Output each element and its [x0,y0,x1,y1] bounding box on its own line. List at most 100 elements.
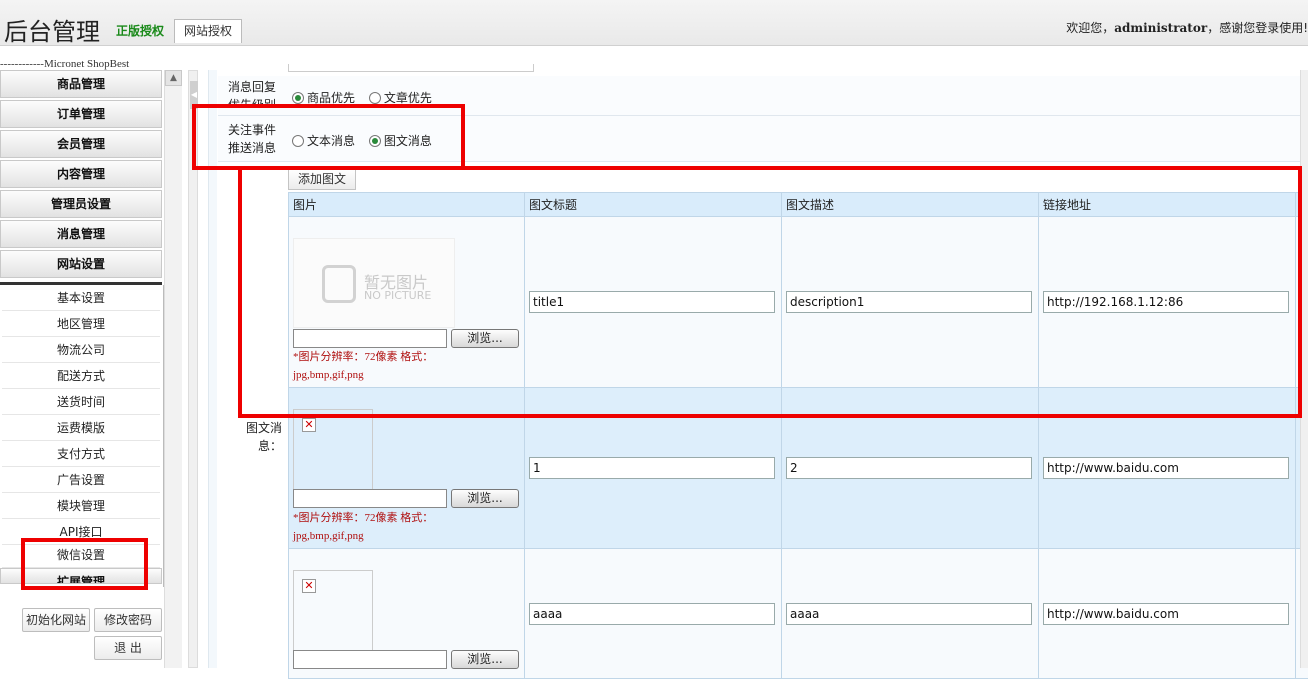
submenu-payment[interactable]: 支付方式 [2,441,160,467]
priority-article-label: 文章优先 [384,91,432,105]
priority-goods-option[interactable]: 商品优先 [292,91,355,105]
link-input[interactable]: http://www.baidu.com [1043,603,1289,625]
image-cell: 暂无图片 NO PICTURE 浏览... *图片分辨率：72像素 格式： jp… [289,217,525,388]
sidebar-toggle[interactable]: ◀ [188,70,198,668]
content-gutter [208,70,217,668]
radio-checked-icon[interactable] [369,135,381,147]
link-input[interactable]: http://192.168.1.12:86 [1043,291,1289,313]
link-cell: http://www.baidu.com [1039,388,1296,549]
title-cell: title1 [525,217,782,388]
menu-messages[interactable]: 消息管理 [0,220,162,248]
submenu-logistics[interactable]: 物流公司 [2,337,160,363]
username: administrator [1114,21,1207,35]
submenu-modules[interactable]: 模块管理 [2,493,160,519]
title-cell: aaaa [525,549,782,679]
submenu-wechat[interactable]: 微信设置 [2,542,160,568]
page-title: 后台管理 [4,12,100,47]
browse-button[interactable]: 浏览... [451,329,519,348]
logout-button[interactable]: 退 出 [94,636,162,660]
broken-image: ✕ [293,570,373,650]
add-picmsg-button[interactable]: 添加图文 [288,168,356,190]
push-row: 关注事件 推送消息 文本消息 图文消息 [218,116,1308,162]
submenu-ads[interactable]: 广告设置 [2,467,160,493]
menu-site-settings[interactable]: 网站设置 [0,250,162,278]
picmsg-label: 图文消 息： [218,419,282,455]
main-content: ◀ 消息回复 优先级别 商品优先 文章优先 关注事件 推送消息 文本消息 图文消… [182,46,1308,668]
file-upload: 浏览... [293,650,519,669]
link-input[interactable]: http://www.baidu.com [1043,457,1289,479]
push-picmsg-label: 图文消息 [384,134,432,148]
menu-members[interactable]: 会员管理 [0,130,162,158]
browse-button[interactable]: 浏览... [451,650,519,669]
link-cell: http://www.baidu.com [1039,549,1296,679]
priority-label: 消息回复 优先级别 [218,78,286,108]
submenu-region[interactable]: 地区管理 [2,311,160,337]
desc-cell: 2 [782,388,1039,549]
browse-button[interactable]: 浏览... [451,489,519,508]
menu-orders[interactable]: 订单管理 [0,100,162,128]
menu-extensions[interactable]: 扩展管理 [0,568,162,584]
priority-label-line2: 优先级别 [218,96,286,108]
push-label: 关注事件 推送消息 [218,121,286,157]
radio-unchecked-icon[interactable] [369,92,381,104]
title-input[interactable]: aaaa [529,603,775,625]
site-license-tab[interactable]: 网站授权 [174,19,242,43]
priority-row: 消息回复 优先级别 商品优先 文章优先 [218,76,1308,116]
image-cell: ✕ 浏览... *图片分辨率：72像素 格式： jpg,bmp,gif,png [289,388,525,549]
desc-input[interactable]: aaaa [786,603,1032,625]
collapse-arrow-icon[interactable]: ◀ [190,81,198,109]
file-path-input[interactable] [293,329,447,348]
push-picmsg-option[interactable]: 图文消息 [369,134,432,148]
menu-goods[interactable]: 商品管理 [0,70,162,98]
hint-line1: *图片分辨率：72像素 格式： [293,509,503,527]
priority-options: 商品优先 文章优先 [292,89,442,106]
hint-line2: jpg,bmp,gif,png [293,366,503,384]
submenu-shipping-template[interactable]: 运费模版 [2,415,160,441]
picture-placeholder-icon [322,265,356,303]
radio-unchecked-icon[interactable] [292,135,304,147]
welcome-text: 欢迎您，administrator，感谢您登录使用! [1066,19,1308,36]
desc-input[interactable]: 2 [786,457,1032,479]
file-upload: 浏览... [293,329,519,348]
menu-admin[interactable]: 管理员设置 [0,190,162,218]
hint-line2: jpg,bmp,gif,png [293,527,503,545]
col-title: 图文标题 [525,193,782,217]
image-cell: ✕ 浏览... [289,549,525,679]
hint-line1: *图片分辨率：72像素 格式： [293,348,503,366]
welcome-prefix: 欢迎您， [1066,21,1114,35]
picmsg-header-row: 图片 图文标题 图文描述 链接地址 [289,193,1308,217]
radio-checked-icon[interactable] [292,92,304,104]
change-password-button[interactable]: 修改密码 [94,608,162,632]
title-input[interactable]: 1 [529,457,775,479]
image-hint: *图片分辨率：72像素 格式： jpg,bmp,gif,png [293,348,503,384]
submenu-delivery[interactable]: 配送方式 [2,363,160,389]
push-text-option[interactable]: 文本消息 [292,134,355,148]
picmsg-table: 图片 图文标题 图文描述 链接地址 暂无图片 NO PICTURE [288,192,1308,679]
desc-cell: description1 [782,217,1039,388]
desc-input[interactable]: description1 [786,291,1032,313]
top-header: 后台管理 正版授权 网站授权 欢迎您，administrator，感谢您登录使用… [0,0,1308,46]
broken-image: ✕ [293,409,373,489]
sidebar: ------------Micronet ShopBest ▲ 商品管理 订单管… [0,46,182,668]
scroll-up-icon[interactable]: ▲ [165,70,182,86]
sidebar-scrollbar[interactable]: ▲ [164,70,182,668]
brand-line: ------------Micronet ShopBest [0,58,160,70]
submenu-delivery-time[interactable]: 送货时间 [2,389,160,415]
submenu-basic[interactable]: 基本设置 [2,285,160,311]
push-options: 文本消息 图文消息 [292,132,442,149]
file-upload: 浏览... [293,489,519,508]
menu-content[interactable]: 内容管理 [0,160,162,188]
file-path-input[interactable] [293,489,447,508]
link-cell: http://192.168.1.12:86 [1039,217,1296,388]
image-hint: *图片分辨率：72像素 格式： jpg,bmp,gif,png [293,509,503,545]
title-cell: 1 [525,388,782,549]
no-picture-en: NO PICTURE [364,289,431,302]
file-path-input[interactable] [293,650,447,669]
priority-article-option[interactable]: 文章优先 [369,91,432,105]
content-scrollbar[interactable] [1300,70,1308,668]
license-status: 正版授权 [116,22,164,39]
init-site-button[interactable]: 初始化网站 [22,608,90,632]
push-text-label: 文本消息 [307,134,355,148]
broken-image-icon: ✕ [302,579,316,593]
title-input[interactable]: title1 [529,291,775,313]
